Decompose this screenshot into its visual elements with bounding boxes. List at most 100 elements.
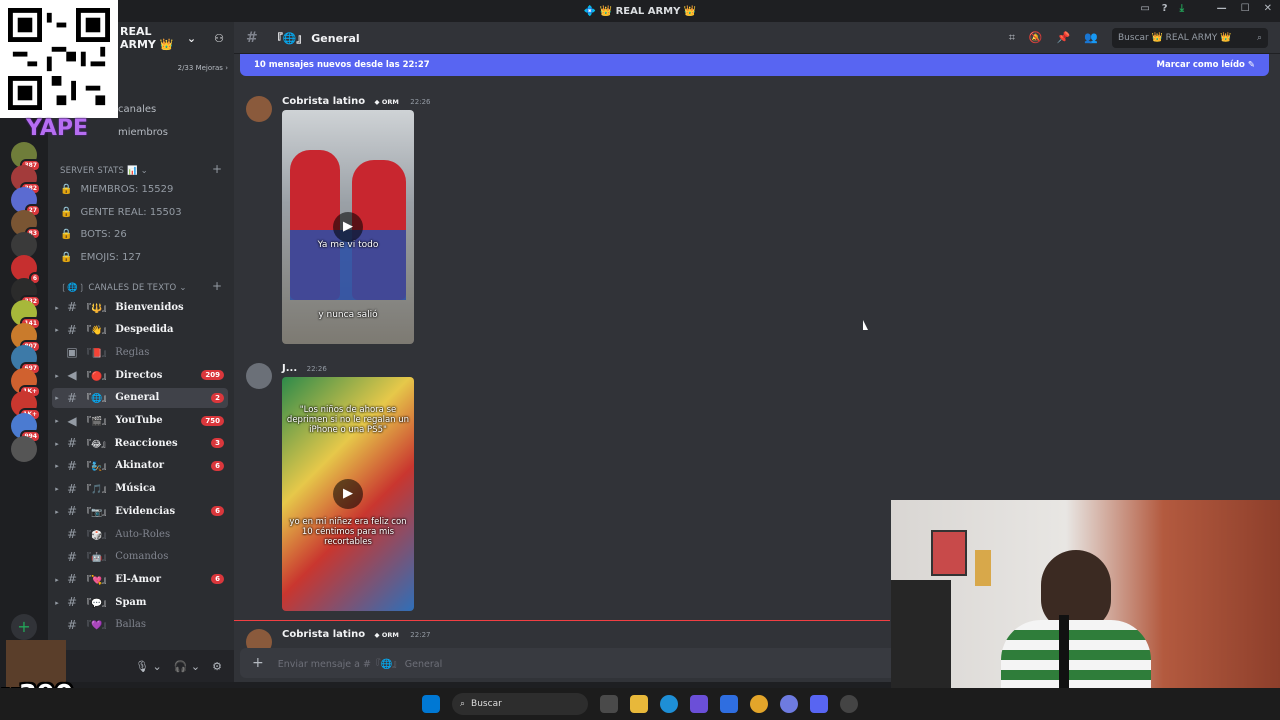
channel-item[interactable]: # 『🎲』 Auto-Roles bbox=[52, 524, 228, 544]
channel-item[interactable]: ▸ # 『😂』 Reacciones 3 bbox=[52, 433, 228, 453]
settings-gear-icon[interactable]: ⚙ bbox=[212, 660, 222, 673]
browse-channels[interactable]: canales bbox=[118, 104, 156, 115]
collapse-arrow-icon[interactable]: ▸ bbox=[52, 598, 62, 607]
channel-item[interactable]: ▣ 『📕』 Reglas bbox=[52, 342, 228, 362]
threads-icon[interactable]: ⌗ bbox=[1009, 31, 1015, 45]
new-messages-divider bbox=[234, 620, 890, 621]
collapse-arrow-icon[interactable]: ▸ bbox=[52, 461, 62, 470]
channel-item[interactable]: ▸ # 『💘』 El-Amor 6 bbox=[52, 569, 228, 589]
collapse-arrow-icon[interactable]: ▸ bbox=[52, 507, 62, 516]
file-explorer-icon[interactable] bbox=[630, 695, 648, 713]
chrome-icon[interactable] bbox=[750, 695, 768, 713]
author-name[interactable]: Cobrista latino bbox=[282, 629, 365, 640]
lock-icon: 🔒 bbox=[60, 184, 73, 195]
lock-icon: 🔒 bbox=[60, 206, 73, 218]
collapse-arrow-icon[interactable]: ▸ bbox=[52, 484, 62, 493]
add-member-icon[interactable]: ⚇ bbox=[214, 32, 224, 45]
chrome-profile-icon[interactable] bbox=[780, 695, 798, 713]
channel-item[interactable]: ▸ ◀ 『🔴』 Directos 209 bbox=[52, 365, 228, 385]
copilot-icon[interactable] bbox=[720, 695, 738, 713]
category-server-stats[interactable]: SERVER STATS 📊 ⌄ bbox=[60, 166, 148, 176]
channel-emoji: 『💘』 bbox=[82, 575, 112, 586]
qr-code-icon bbox=[8, 8, 110, 110]
video-attachment[interactable]: Ya me vi todo y nunca salió ▶ bbox=[282, 110, 414, 344]
channel-title: 『🌐』 General bbox=[271, 31, 360, 45]
members-link[interactable]: miembros bbox=[118, 127, 168, 138]
collapse-arrow-icon[interactable]: ▸ bbox=[52, 439, 62, 448]
windows-start-icon[interactable] bbox=[422, 695, 440, 713]
task-view-icon[interactable] bbox=[600, 695, 618, 713]
close-icon[interactable]: ✕ bbox=[1264, 3, 1272, 14]
collapse-arrow-icon[interactable]: ▸ bbox=[52, 393, 62, 402]
add-channel-icon[interactable]: + bbox=[212, 162, 222, 176]
play-icon[interactable]: ▶ bbox=[333, 479, 363, 509]
person-head bbox=[1041, 550, 1111, 630]
notifications-muted-icon[interactable]: 🔕 bbox=[1029, 31, 1043, 44]
help-icon[interactable]: ? bbox=[1162, 3, 1168, 14]
channel-item[interactable]: ▸ # 『💬』 Spam bbox=[52, 592, 228, 612]
channel-name: Reglas bbox=[115, 346, 150, 358]
channel-type-icon: # bbox=[66, 390, 78, 405]
collapse-arrow-icon[interactable]: ▸ bbox=[52, 303, 62, 312]
new-messages-bar[interactable]: 10 mensajes nuevos desde las 22:27 Marca… bbox=[240, 54, 1269, 76]
channel-name: El-Amor bbox=[115, 573, 162, 585]
channel-item[interactable]: # 『🤖』 Comandos bbox=[52, 547, 228, 567]
edge-icon[interactable] bbox=[660, 695, 678, 713]
maximize-icon[interactable]: ☐ bbox=[1241, 3, 1250, 14]
attach-plus-icon[interactable]: + bbox=[252, 655, 264, 671]
obs-icon[interactable] bbox=[840, 695, 858, 713]
mark-read-button[interactable]: Marcar como leído ✎ bbox=[1157, 60, 1255, 70]
stat-channel[interactable]: 🔒 GENTE REAL: 15503 bbox=[60, 207, 182, 218]
boost-progress[interactable]: 2/33 Mejoras › bbox=[108, 64, 228, 72]
server-icon[interactable] bbox=[11, 435, 37, 462]
minimize-icon[interactable]: — bbox=[1217, 3, 1227, 14]
member-list-icon[interactable]: 👥 bbox=[1084, 31, 1098, 44]
author-name[interactable]: J... bbox=[282, 363, 297, 374]
headphones-icon[interactable]: 🎧 ⌄ bbox=[174, 660, 200, 673]
channel-item[interactable]: ▸ ◀ 『🎬』 YouTube 750 bbox=[52, 411, 228, 431]
channel-item[interactable]: ▸ # 『📷』 Evidencias 6 bbox=[52, 501, 228, 521]
play-icon[interactable]: ▶ bbox=[333, 212, 363, 242]
microphone-icon[interactable]: 🎙 ⌄ bbox=[135, 660, 162, 673]
search-placeholder: Buscar 👑 REAL ARMY 👑 bbox=[1118, 32, 1232, 43]
channel-item[interactable]: # 『💜』 Ballas bbox=[52, 615, 228, 635]
channel-type-icon: # bbox=[66, 572, 78, 587]
search-input[interactable]: Buscar 👑 REAL ARMY 👑 ⌕ bbox=[1112, 27, 1268, 48]
channel-emoji: 『📷』 bbox=[82, 507, 112, 518]
taskbar-search[interactable]: ⌕ Buscar bbox=[452, 693, 588, 715]
channel-item[interactable]: ▸ # 『🔱』 Bienvenidos bbox=[52, 297, 228, 317]
qr-code bbox=[0, 0, 118, 118]
channel-type-icon: # bbox=[66, 436, 78, 451]
video-attachment[interactable]: "Los niños de ahora se deprimen si no le… bbox=[282, 377, 414, 611]
collapse-arrow-icon[interactable]: ▸ bbox=[52, 371, 62, 380]
channel-emoji: 『🤖』 bbox=[82, 553, 112, 564]
channel-item[interactable]: ▸ # 『🌐』 General 2 bbox=[52, 387, 228, 408]
pin-icon[interactable]: 📌 bbox=[1057, 31, 1071, 44]
channel-item[interactable]: ▸ # 『🧞』 Akinator 6 bbox=[52, 456, 228, 476]
collapse-arrow-icon[interactable]: ▸ bbox=[52, 575, 62, 584]
channel-item[interactable]: ▸ # 『🎵』 Música bbox=[52, 479, 228, 499]
add-channel-icon[interactable]: + bbox=[212, 279, 222, 293]
role-tag: ◆ ORM bbox=[374, 631, 399, 639]
channel-item[interactable]: ▸ # 『👋』 Despedida bbox=[52, 320, 228, 340]
avatar[interactable] bbox=[246, 363, 272, 389]
chevron-down-icon[interactable]: ⌄ bbox=[187, 32, 196, 45]
store-icon[interactable] bbox=[690, 695, 708, 713]
channel-emoji: 『🎵』 bbox=[82, 485, 112, 496]
stat-channel[interactable]: 🔒 BOTS: 26 bbox=[60, 229, 127, 240]
collapse-arrow-icon[interactable]: ▸ bbox=[52, 325, 62, 334]
inbox-icon[interactable]: ▭ bbox=[1140, 3, 1149, 14]
discord-icon[interactable] bbox=[810, 695, 828, 713]
unread-badge: 6 bbox=[211, 574, 224, 585]
channel-type-icon: # bbox=[66, 300, 78, 314]
stat-channel[interactable]: 🔒 MIEMBROS: 15529 bbox=[60, 184, 173, 195]
avatar[interactable] bbox=[246, 96, 272, 122]
category-text-channels[interactable]: ❲🌐❳ CANALES DE TEXTO ⌄ bbox=[60, 283, 187, 293]
author-name[interactable]: Cobrista latino bbox=[282, 96, 365, 107]
collapse-arrow-icon[interactable]: ▸ bbox=[52, 416, 62, 425]
channel-name: Reacciones bbox=[114, 437, 178, 449]
add-server-icon[interactable]: + bbox=[11, 614, 37, 640]
download-icon[interactable]: ⤓ bbox=[1180, 3, 1184, 14]
channel-emoji: 『🎬』 bbox=[82, 417, 112, 427]
stat-channel[interactable]: 🔒 EMOJIS: 127 bbox=[60, 252, 141, 263]
